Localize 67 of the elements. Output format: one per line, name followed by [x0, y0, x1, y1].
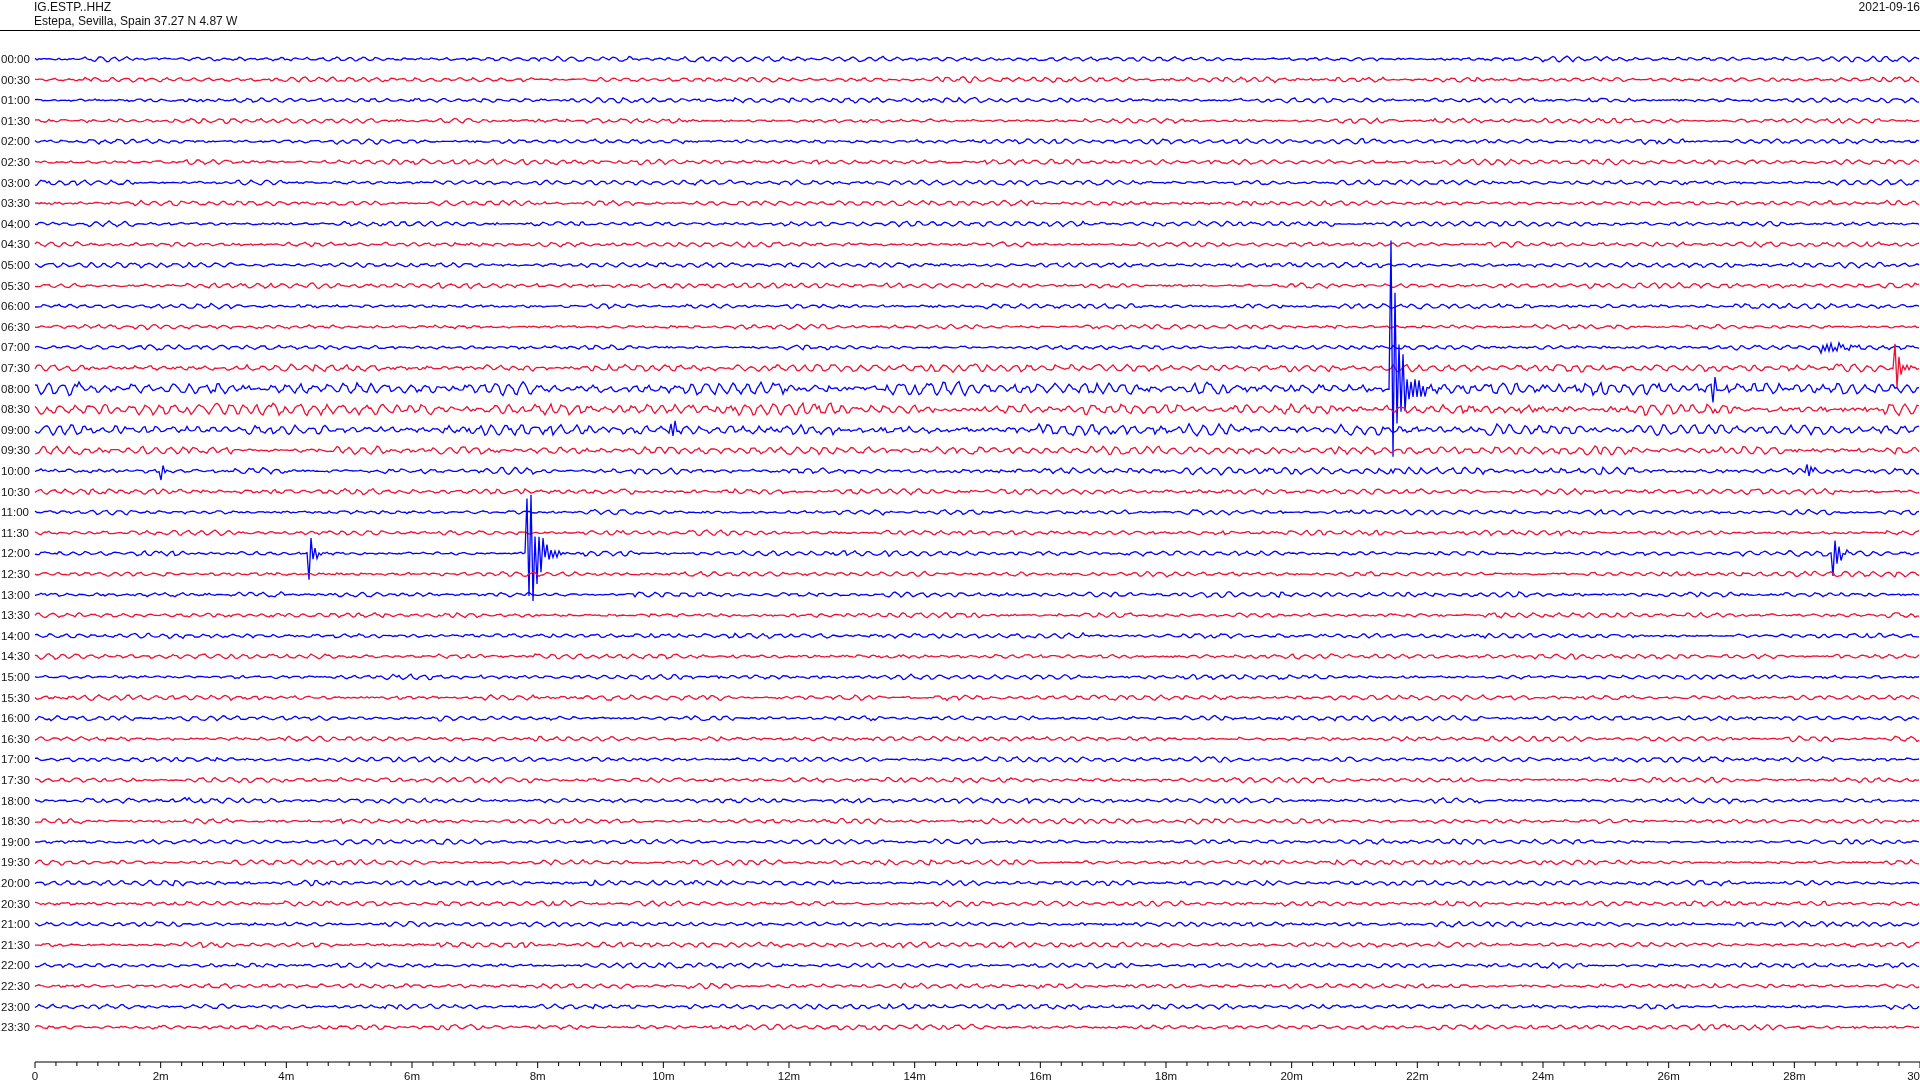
axis-label: 18m	[1154, 1070, 1178, 1080]
time-label: 17:00	[1, 753, 30, 766]
axis-label: 12m	[777, 1070, 801, 1080]
time-label: 06:30	[1, 320, 30, 333]
axis-label: 16m	[1029, 1070, 1052, 1080]
time-label: 10:30	[1, 485, 30, 498]
axis-label: 4m	[278, 1070, 295, 1080]
axis-label: 10m	[652, 1070, 675, 1080]
time-label: 04:00	[1, 217, 30, 230]
station-code: IG.ESTP..HHZ	[34, 0, 113, 14]
time-label: 15:30	[1, 691, 30, 704]
time-label: 08:00	[1, 382, 30, 395]
time-label: 05:00	[1, 259, 30, 271]
time-label: 13:00	[1, 588, 30, 601]
time-label: 17:30	[1, 774, 30, 786]
axis-label: 26m	[1657, 1070, 1680, 1080]
time-label: 04:30	[1, 238, 30, 251]
time-label: 20:30	[1, 897, 30, 910]
time-label: 07:30	[1, 362, 30, 374]
time-label: 11:00	[1, 506, 29, 519]
time-label: 22:00	[1, 959, 30, 972]
time-label: 14:30	[1, 650, 30, 663]
time-label: 05:30	[1, 279, 30, 292]
station-location: Estepa, Sevilla, Spain 37.27 N 4.87 W	[34, 14, 238, 28]
time-label: 03:30	[1, 197, 30, 210]
time-label: 02:00	[1, 135, 30, 148]
time-label: 03:00	[1, 176, 30, 189]
time-label: 10:00	[1, 465, 30, 477]
time-label: 22:30	[1, 980, 30, 992]
time-label: 01:30	[1, 114, 30, 127]
time-label: 16:00	[1, 712, 30, 725]
axis-label: 0	[31, 1070, 39, 1080]
axis-label: 14m	[903, 1070, 926, 1080]
time-label: 09:30	[1, 444, 30, 457]
time-label: 13:30	[1, 609, 30, 622]
time-label: 23:30	[1, 1021, 30, 1034]
axis-label: 8m	[529, 1070, 546, 1080]
time-label: 23:00	[1, 1000, 30, 1013]
time-label: 12:00	[1, 547, 30, 560]
time-label: 19:00	[1, 835, 30, 848]
time-label: 16:30	[1, 732, 30, 745]
time-label: 08:30	[1, 403, 30, 416]
axis-label: 20m	[1280, 1070, 1303, 1080]
plot-date: 2021-09-16	[1858, 0, 1920, 14]
axis-label: 22m	[1406, 1070, 1429, 1080]
time-label: 21:30	[1, 938, 30, 951]
axis-label: 28m	[1783, 1070, 1806, 1080]
axis-label: 6m	[404, 1070, 420, 1080]
time-label: 09:00	[1, 423, 30, 436]
time-label: 14:00	[1, 629, 30, 642]
time-label: 15:00	[1, 671, 30, 683]
time-label: 00:30	[1, 73, 30, 86]
time-label: 01:00	[1, 94, 30, 107]
time-label: 11:30	[1, 526, 29, 539]
time-label: 02:30	[1, 156, 30, 168]
time-label: 07:00	[1, 341, 30, 354]
time-label: 12:30	[1, 568, 30, 580]
axis-label: 2m	[152, 1070, 169, 1080]
time-label: 18:00	[1, 794, 30, 807]
axis-label: 24m	[1531, 1070, 1555, 1080]
time-label: 19:30	[1, 856, 30, 869]
time-label: 00:00	[1, 53, 30, 65]
time-label: 18:30	[1, 815, 30, 828]
axis-label: 30	[1907, 1070, 1920, 1080]
time-label: 21:00	[1, 918, 30, 931]
time-label: 06:00	[1, 300, 30, 313]
time-label: 20:00	[1, 877, 30, 889]
